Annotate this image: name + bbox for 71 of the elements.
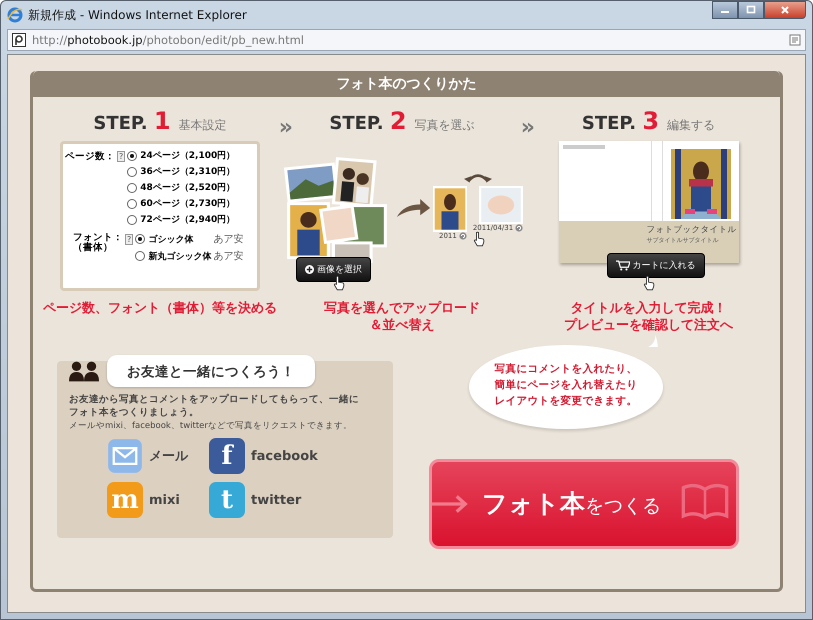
friends-heading: お友達と一緒につくろう！ (127, 364, 295, 380)
radio-button[interactable] (127, 166, 138, 176)
font-sample: あア安 (213, 250, 244, 263)
swap-arrows-icon (464, 171, 492, 183)
friends-note: メールやmixi、facebook、twitterなどで写真をリクエストできます。 (69, 420, 353, 432)
step-name: 編集する (667, 117, 716, 134)
help-icon: ? (117, 151, 126, 162)
logo-icon: f (209, 438, 245, 474)
radio-button[interactable] (135, 234, 146, 244)
window-title: 新規作成 - Windows Internet Explorer (28, 6, 247, 24)
radio-button[interactable] (127, 214, 138, 224)
option-label: 36ページ（2,310円） (140, 166, 236, 178)
rotate-icon[interactable] (515, 224, 524, 232)
hand-cursor-icon (642, 275, 654, 291)
font-sample: あア安 (213, 232, 244, 246)
option-label: 新丸ゴシック体 (148, 250, 210, 262)
minimize-button[interactable] (712, 1, 738, 19)
option-label: 72ページ（2,940円） (140, 214, 236, 226)
maximize-button[interactable] (738, 1, 764, 19)
step-label: STEP. 2 (329, 107, 407, 135)
guide-title: フォト本のつくりかた (33, 71, 780, 97)
cart-icon (616, 260, 630, 271)
tip-bubble: 写真にコメントを入れたり、 簡単にページを入れ替えたり レイアウトを変更できます。 (469, 344, 663, 429)
rotate-icon[interactable] (458, 232, 467, 240)
step-label: STEP. 1 (93, 107, 171, 135)
placeholder-bar (562, 145, 604, 149)
curved-arrow-icon (394, 197, 431, 219)
book-title: フォトブックタイトル (646, 225, 738, 236)
step-caption: 写真を選んでアップロード ＆並べ替え (324, 301, 480, 335)
open-book-icon (680, 482, 730, 520)
option-label: 60ページ（2,730円） (140, 198, 236, 210)
bubble-tail-icon (647, 334, 659, 347)
site-icon (12, 33, 26, 47)
radio-button[interactable] (127, 182, 138, 192)
hand-cursor-icon (472, 231, 485, 247)
step-caption: タイトルを入力して完成！ プレビューを確認して注文へ (564, 301, 733, 335)
share-link[interactable]: f facebook (209, 438, 319, 474)
radio-button[interactable] (135, 251, 146, 261)
envelope-icon (107, 438, 143, 474)
step-caption: ページ数、フォント（書体）等を決める (43, 301, 277, 318)
radio-button[interactable] (127, 198, 138, 208)
help-icon: ? (125, 234, 134, 245)
logo-icon: m (107, 482, 143, 518)
field-label: フォント： （書体） (72, 232, 123, 254)
maximize-icon (746, 5, 756, 15)
option-label: 48ページ（2,520円） (140, 182, 236, 194)
add-to-cart-button[interactable]: カートに入れる (606, 253, 704, 278)
field-label: ページ数： (65, 150, 115, 163)
share-link[interactable]: m mixi (107, 482, 209, 518)
browser-logo-icon (7, 7, 23, 23)
next-step-arrow: » (520, 115, 535, 140)
option-label: ゴシック体 (148, 234, 194, 246)
step-name: 写真を選ぶ (414, 117, 475, 134)
friends-description: お友達から写真とコメントをアップロードしてもらって、一緒に フォト本をつくりましょう。 (69, 392, 360, 420)
radio-button[interactable] (127, 150, 138, 160)
share-link[interactable]: t twitter (209, 482, 319, 518)
next-step-arrow: » (278, 115, 293, 140)
logo-icon: t (209, 482, 245, 518)
close-icon (780, 5, 790, 15)
step-name: 基本設定 (178, 117, 227, 134)
step-label: STEP. 3 (582, 107, 660, 135)
people-icon (69, 360, 99, 382)
close-button[interactable] (764, 1, 806, 19)
page-icon (789, 34, 801, 46)
select-images-button[interactable]: 画像を選択 (296, 257, 371, 282)
create-photobook-button[interactable]: フォト本をつくる (429, 458, 739, 549)
hand-cursor-icon (332, 275, 345, 291)
plus-icon (304, 265, 314, 274)
share-link[interactable]: メール (107, 438, 209, 474)
arrow-icon (432, 494, 470, 514)
option-label: 24ページ（2,100円） (140, 150, 236, 162)
